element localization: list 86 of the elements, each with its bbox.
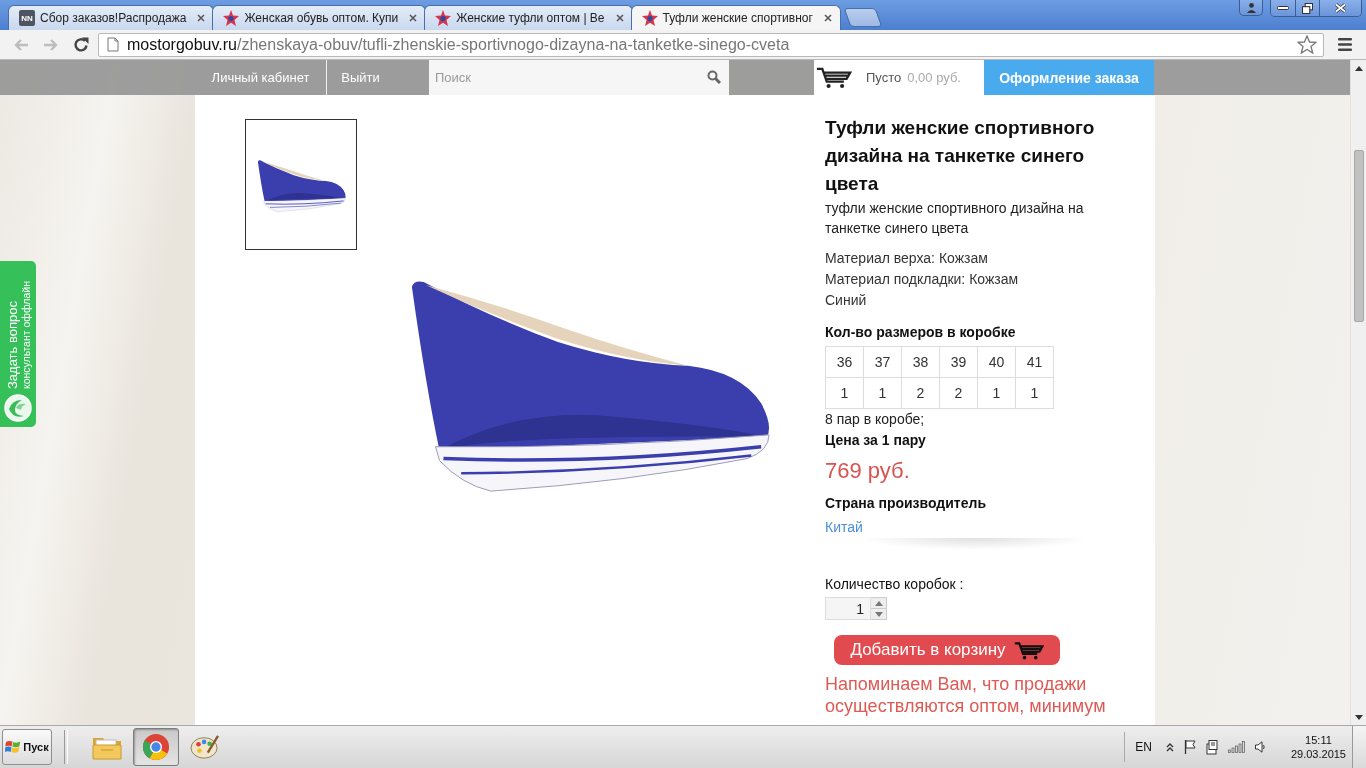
language-indicator[interactable]: EN <box>1124 732 1152 762</box>
restore-icon <box>1302 2 1313 14</box>
browser-tab[interactable]: NN Сбор заказов!Распродажа <box>8 5 215 30</box>
palette-icon <box>190 734 220 760</box>
table-cell: 1 <box>1015 377 1054 409</box>
table-cell: 1 <box>825 377 864 409</box>
triangle-down-icon <box>1354 714 1363 720</box>
pairs-note: 8 пар в коробе; <box>825 410 926 429</box>
swirl-logo-icon <box>4 394 32 422</box>
cart-panel[interactable]: Пусто 0,00 руб. <box>814 60 984 95</box>
menu-icon <box>1338 38 1352 51</box>
quantity-field[interactable]: 1 <box>825 597 871 620</box>
close-icon[interactable] <box>823 14 832 22</box>
table-cell: 41 <box>1015 346 1054 378</box>
table-cell: 37 <box>863 346 902 378</box>
cart-icon <box>816 66 852 89</box>
triangle-up-icon <box>874 600 883 606</box>
table-cell: 2 <box>939 377 978 409</box>
minimize-button[interactable] <box>1271 0 1295 16</box>
cart-total: 0,00 руб. <box>907 70 961 85</box>
close-icon <box>1334 3 1347 13</box>
site-badge: NN <box>19 10 35 26</box>
start-button[interactable]: Пуск <box>2 729 52 765</box>
table-cell: 2 <box>901 377 940 409</box>
product-subtitle: туфли женские спортивного дизайна на танкетке синего цвета <box>825 199 1085 238</box>
country-label: Страна производитель <box>825 494 987 513</box>
browser-tab[interactable]: Женская обувь оптом. Купи <box>212 5 427 30</box>
search-field[interactable]: Поиск <box>429 60 729 95</box>
spec-line: Синий <box>825 291 868 310</box>
price-value: 769 руб. <box>825 457 911 485</box>
notice-text: Напоминаем Вам, что продажи осуществляются оптом, минимум <box>825 673 1107 717</box>
restore-button[interactable] <box>1295 0 1319 16</box>
reload-icon <box>73 36 89 53</box>
cart-status: Пусто <box>866 70 902 85</box>
page-icon <box>107 37 119 52</box>
decrement-button[interactable] <box>871 608 886 619</box>
product-title: Туфли женские спортивного дизайна на танкетке синего цвета <box>825 116 1096 196</box>
close-icon[interactable] <box>615 14 624 22</box>
browser-tab[interactable]: Женские туфли оптом | Ве <box>424 5 633 30</box>
table-cell: 1 <box>977 377 1016 409</box>
taskbar-app-button[interactable] <box>133 728 179 766</box>
add-to-cart-button[interactable]: Добавить в корзину <box>834 635 1060 665</box>
close-button[interactable] <box>1319 0 1361 16</box>
star-icon <box>641 10 658 26</box>
chevron-up-icon[interactable] <box>1165 742 1174 752</box>
close-icon[interactable] <box>197 14 206 22</box>
spec-line: Материал подкладки: Кожзам <box>825 270 1020 289</box>
product-thumbnail[interactable] <box>245 119 357 250</box>
clock-date[interactable]: 29.03.2015 <box>1290 747 1346 761</box>
circle-logo-icon <box>142 733 170 761</box>
table-cell: 39 <box>939 346 978 378</box>
minimize-icon <box>1277 6 1289 10</box>
person-icon <box>1245 2 1257 13</box>
user-button[interactable] <box>1239 0 1263 16</box>
new-tab-button[interactable] <box>843 8 883 27</box>
country-link[interactable]: Китай <box>825 519 863 535</box>
table-cell: 36 <box>825 346 864 378</box>
star-icon <box>435 10 452 26</box>
arrow-left-icon <box>13 37 29 52</box>
table-cell: 40 <box>977 346 1016 378</box>
sizes-heading: Кол-во размеров в коробке <box>825 323 1017 342</box>
price-label: Цена за 1 пару <box>825 431 927 450</box>
quantity-label: Количество коробок : <box>825 575 965 594</box>
address-field[interactable]: mostorgobuv.ru/zhenskaya-obuv/tufli-zhenskie-sportivnogo-dizayna-na-tanketke-sinego-cveta <box>98 32 1324 57</box>
table-cell: 1 <box>863 377 902 409</box>
triangle-up-icon <box>1354 65 1363 71</box>
speaker-icon[interactable] <box>1254 741 1265 753</box>
table-cell: 38 <box>901 346 940 378</box>
increment-button[interactable] <box>871 598 886 608</box>
windows-flag-icon <box>5 740 22 754</box>
flag-icon[interactable] <box>1183 740 1196 754</box>
search-icon[interactable] <box>707 70 721 84</box>
triangle-down-icon <box>874 611 883 617</box>
scrollbar-thumb[interactable] <box>1353 150 1364 322</box>
star-icon <box>223 10 240 26</box>
close-icon[interactable] <box>409 14 418 22</box>
browser-tab[interactable]: Туфли женские спортивног <box>630 5 841 30</box>
signal-bars-icon[interactable] <box>1227 741 1245 753</box>
widget-subtitle: консультант оффлайн <box>19 280 32 389</box>
clock-time[interactable]: 15:11 <box>1305 733 1332 747</box>
widget-title: Задать вопрос <box>4 301 20 389</box>
arrow-right-icon <box>43 37 59 52</box>
cart-icon <box>1013 640 1044 660</box>
device-icon[interactable] <box>1205 739 1218 755</box>
spec-line: Материал верха: Кожзам <box>825 249 989 268</box>
star-icon[interactable] <box>1297 35 1317 54</box>
